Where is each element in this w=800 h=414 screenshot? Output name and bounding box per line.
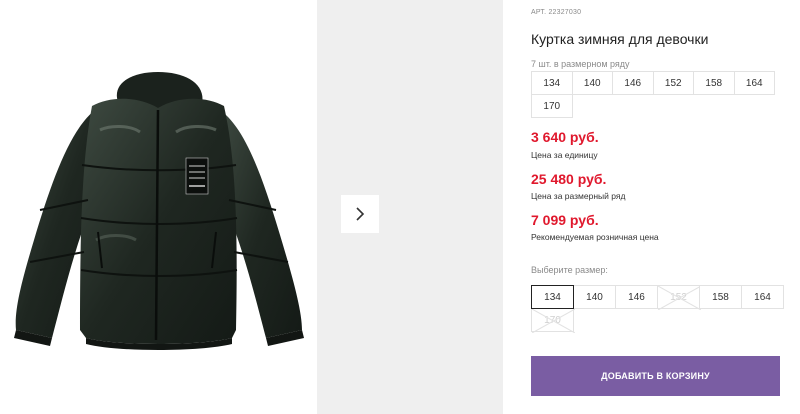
size-row-cell: 134	[531, 71, 573, 95]
chevron-right-icon	[356, 207, 365, 221]
choose-size-label: Выберите размер:	[531, 265, 608, 275]
size-picker-row: 170	[531, 308, 787, 333]
size-row-cell: 170	[531, 94, 573, 118]
article-label: АРТ.	[531, 9, 547, 16]
size-row-cell: 140	[571, 71, 613, 95]
size-row-note: 7 шт. в размерном ряду	[531, 59, 630, 69]
size-row-cell: 158	[693, 71, 735, 95]
size-option-170: 170	[531, 308, 575, 333]
size-row-cell: 152	[652, 71, 694, 95]
size-option-152: 152	[657, 285, 701, 310]
product-title: Куртка зимняя для девочки	[531, 31, 709, 47]
size-picker-row: 134 140 146 152 158 164	[531, 285, 787, 310]
article-value: 22327030	[548, 9, 582, 16]
retail-price: 7 099 руб.	[531, 212, 599, 228]
size-option-146[interactable]: 146	[615, 285, 658, 309]
unit-price-label: Цена за единицу	[531, 150, 598, 160]
size-picker: 134 140 146 152 158 164 170	[531, 285, 787, 333]
jacket-image	[14, 72, 304, 350]
size-option-134[interactable]: 134	[531, 285, 574, 309]
unavailable-cross-icon	[658, 286, 701, 310]
size-option-158[interactable]: 158	[699, 285, 742, 309]
unit-price: 3 640 руб.	[531, 129, 599, 145]
product-page: АРТ. 22327030 Куртка зимняя для девочки …	[0, 0, 800, 414]
product-photo	[0, 0, 317, 414]
retail-price-label: Рекомендуемая розничная цена	[531, 232, 659, 242]
size-row-cell: 146	[612, 71, 654, 95]
size-row-cell: 164	[733, 71, 775, 95]
unavailable-cross-icon	[532, 309, 575, 333]
size-row-line: 170	[531, 94, 780, 118]
size-row-table: 134 140 146 152 158 164 170	[531, 71, 780, 118]
size-row-line: 134 140 146 152 158 164	[531, 71, 780, 95]
article-number: АРТ. 22327030	[531, 9, 581, 16]
row-price: 25 480 руб.	[531, 171, 607, 187]
row-price-label: Цена за размерный ряд	[531, 191, 626, 201]
next-image-button[interactable]	[341, 195, 379, 233]
size-option-140[interactable]: 140	[573, 285, 616, 309]
size-option-164[interactable]: 164	[741, 285, 784, 309]
add-to-cart-button[interactable]: ДОБАВИТЬ В КОРЗИНУ	[531, 356, 780, 396]
